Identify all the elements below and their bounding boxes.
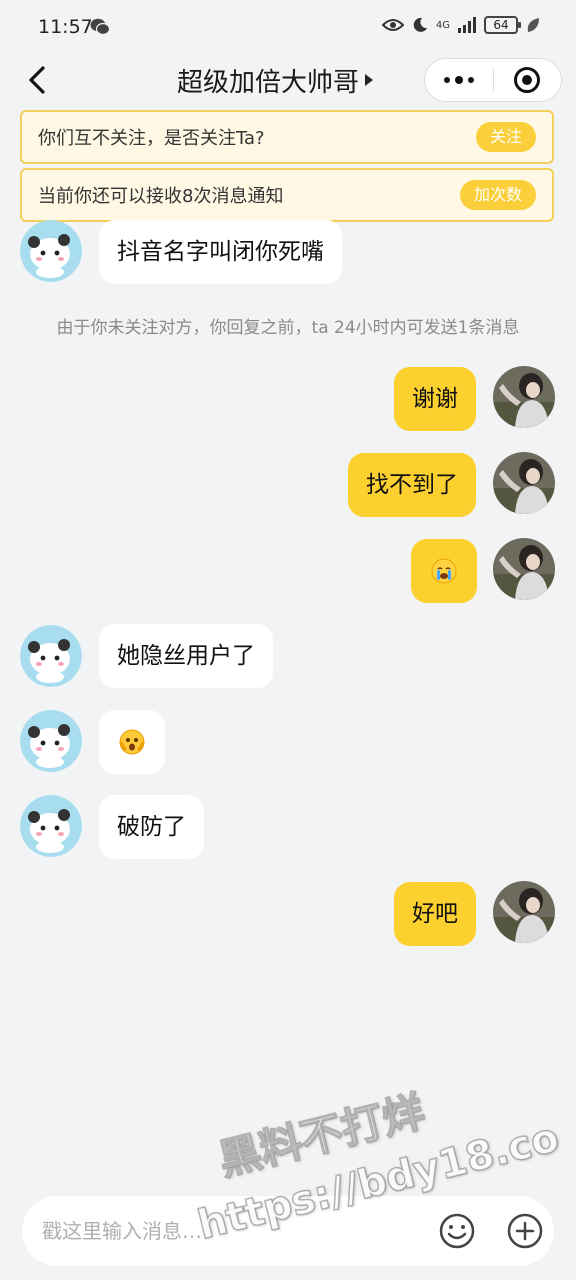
smiley-icon	[439, 1213, 475, 1249]
eye-icon	[381, 19, 404, 31]
panda-avatar-icon	[20, 795, 82, 857]
leaf-icon	[527, 18, 539, 32]
back-button[interactable]	[22, 64, 52, 96]
message-bubble-out[interactable]: 找不到了	[348, 453, 476, 517]
message-input[interactable]	[42, 1196, 422, 1266]
wechat-notification-icon	[90, 18, 110, 36]
my-avatar[interactable]	[493, 452, 555, 514]
battery-indicator: 64	[484, 16, 521, 34]
user-photo-avatar-icon	[493, 366, 555, 428]
add-attachment-button[interactable]	[506, 1212, 544, 1250]
caret-right-icon	[365, 74, 373, 86]
chat-header: 超级加倍大帅哥	[0, 56, 576, 106]
my-avatar[interactable]	[493, 881, 555, 943]
add-count-button[interactable]: 加次数	[459, 180, 536, 210]
message-bubble-in[interactable]: 抖音名字叫闭你死嘴	[99, 220, 342, 284]
message-limit-text: 当前你还可以接收8次消息通知	[38, 186, 284, 207]
message-bubble-out[interactable]: 谢谢	[394, 367, 476, 431]
status-bar: 11:57 4G 64	[0, 0, 576, 56]
contact-avatar[interactable]	[20, 220, 82, 282]
message-bubble-in-emoji[interactable]	[99, 710, 165, 774]
plus-circle-icon	[507, 1213, 543, 1249]
chat-title: 超级加倍大帅哥	[176, 67, 359, 98]
emoji-button[interactable]	[438, 1212, 476, 1250]
shocked-emoji-icon	[119, 729, 145, 755]
contact-avatar[interactable]	[20, 710, 82, 772]
my-avatar[interactable]	[493, 366, 555, 428]
moon-icon	[413, 17, 427, 32]
message-bubble-in[interactable]: 破防了	[99, 795, 204, 859]
user-photo-avatar-icon	[493, 881, 555, 943]
message-bubble-out[interactable]: 好吧	[394, 882, 476, 946]
close-button[interactable]	[494, 58, 562, 102]
my-avatar[interactable]	[493, 538, 555, 600]
network-label: 4G	[435, 19, 450, 31]
panda-avatar-icon	[20, 710, 82, 772]
watermark-line1: 黑料不打烊	[213, 1086, 430, 1186]
follow-button[interactable]: 关注	[475, 122, 536, 152]
contact-avatar[interactable]	[20, 625, 82, 687]
message-bubble-out-emoji[interactable]	[411, 539, 477, 603]
message-limit-notice: 当前你还可以接收8次消息通知 加次数	[20, 168, 554, 222]
signal-icon	[458, 17, 476, 33]
message-input-bar	[22, 1196, 554, 1266]
crying-emoji-icon	[431, 558, 457, 584]
user-photo-avatar-icon	[493, 538, 555, 600]
follow-notice: 你们互不关注，是否关注Ta? 关注	[20, 110, 554, 164]
chevron-left-icon	[29, 66, 45, 94]
target-icon	[514, 67, 541, 93]
message-bubble-in[interactable]: 她隐丝用户了	[99, 624, 273, 688]
mini-program-capsule	[424, 58, 562, 102]
system-message: 由于你未关注对方，你回复之前，ta 24小时内可发送1条消息	[56, 318, 520, 338]
panda-avatar-icon	[20, 220, 82, 282]
follow-notice-text: 你们互不关注，是否关注Ta?	[38, 128, 265, 149]
panda-avatar-icon	[20, 625, 82, 687]
contact-avatar[interactable]	[20, 795, 82, 857]
status-icons: 4G 64	[381, 16, 540, 34]
user-photo-avatar-icon	[493, 452, 555, 514]
chat-title-button[interactable]: 超级加倍大帅哥	[150, 60, 400, 100]
status-time: 11:57	[38, 16, 93, 38]
more-button[interactable]	[425, 58, 493, 102]
